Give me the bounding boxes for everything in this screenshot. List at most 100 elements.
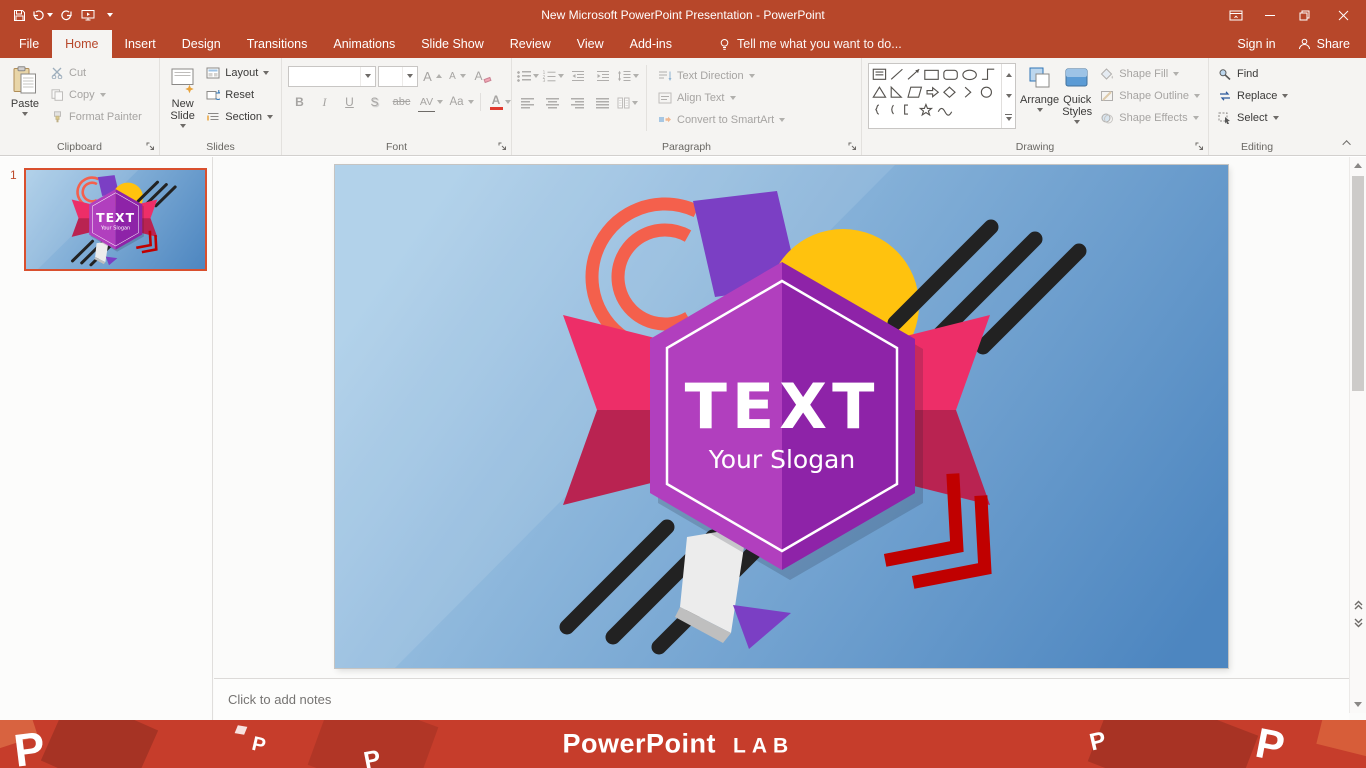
next-slide-button[interactable]: [1350, 614, 1366, 631]
tab-add-ins[interactable]: Add-ins: [617, 30, 685, 58]
shapes-scroll-down-button[interactable]: [1002, 85, 1015, 106]
new-slide-button[interactable]: New Slide: [164, 61, 201, 139]
tab-design[interactable]: Design: [169, 30, 234, 58]
align-left-button[interactable]: [516, 92, 539, 114]
copy-button[interactable]: Copy: [46, 84, 147, 106]
arrange-button[interactable]: Arrange: [1020, 61, 1059, 139]
shapes-gallery-scrollbar: [1001, 64, 1015, 128]
text-direction-button[interactable]: Text Direction: [653, 65, 790, 87]
previous-slide-button[interactable]: [1350, 596, 1366, 613]
minimize-button[interactable]: [1253, 0, 1287, 30]
arrange-icon: [1029, 67, 1050, 88]
tab-insert[interactable]: Insert: [112, 30, 169, 58]
scrollbar-thumb[interactable]: [1352, 176, 1364, 391]
clear-formatting-label: A: [474, 69, 483, 83]
line-spacing-button[interactable]: [616, 65, 639, 87]
shape-outline-button[interactable]: Shape Outline: [1095, 85, 1205, 107]
justify-button[interactable]: [591, 92, 614, 114]
shape-effects-button[interactable]: Shape Effects: [1095, 107, 1205, 129]
tab-animations[interactable]: Animations: [320, 30, 408, 58]
shape-fill-button[interactable]: Shape Fill: [1095, 63, 1205, 85]
paragraph-dialog-launcher[interactable]: [847, 141, 858, 152]
redo-button[interactable]: [55, 0, 77, 30]
convert-to-smartart-button[interactable]: Convert to SmartArt: [653, 109, 790, 131]
decrease-font-size-button[interactable]: A: [445, 65, 468, 87]
underline-button[interactable]: U: [338, 91, 361, 113]
font-name-caret-icon[interactable]: [360, 66, 375, 86]
collapse-ribbon-button[interactable]: [1340, 137, 1356, 149]
tab-review[interactable]: Review: [497, 30, 564, 58]
shadow-label: S: [370, 95, 379, 109]
tab-file[interactable]: File: [6, 30, 52, 58]
font-dialog-launcher[interactable]: [497, 141, 508, 152]
save-button[interactable]: [8, 0, 30, 30]
restore-button[interactable]: [1287, 0, 1321, 30]
font-size-combo[interactable]: [378, 65, 418, 87]
notes-placeholder: Click to add notes: [228, 692, 332, 707]
clipboard-dialog-launcher[interactable]: [145, 141, 156, 152]
start-from-beginning-button[interactable]: [77, 0, 99, 30]
shapes-more-button[interactable]: [1002, 107, 1015, 128]
sign-in-link[interactable]: Sign in: [1237, 37, 1275, 51]
save-icon: [13, 9, 25, 21]
cut-button[interactable]: Cut: [46, 62, 147, 84]
select-button[interactable]: Select: [1213, 107, 1293, 129]
paste-button[interactable]: Paste: [4, 61, 46, 139]
increase-indent-button[interactable]: [591, 65, 614, 87]
customize-quick-access-button[interactable]: [99, 0, 121, 30]
bold-button[interactable]: B: [288, 91, 311, 113]
slide-thumbnail[interactable]: [24, 168, 207, 271]
decrease-indent-button[interactable]: [566, 65, 589, 87]
increase-font-size-button[interactable]: A: [420, 65, 443, 87]
section-button[interactable]: Section: [201, 106, 278, 128]
quick-styles-button[interactable]: Quick Styles: [1059, 61, 1095, 139]
find-button[interactable]: Find: [1213, 63, 1293, 85]
clear-formatting-button[interactable]: A: [470, 65, 493, 87]
layout-button[interactable]: Layout: [201, 62, 278, 84]
italic-button[interactable]: I: [313, 91, 336, 113]
change-case-caret-icon: [467, 100, 474, 104]
align-center-button[interactable]: [541, 92, 564, 114]
font-size-caret-icon[interactable]: [402, 66, 417, 86]
columns-button[interactable]: [616, 92, 639, 114]
font-name-combo[interactable]: [288, 65, 376, 87]
find-icon: [1219, 69, 1231, 80]
undo-button[interactable]: [30, 0, 55, 30]
tab-slide-show[interactable]: Slide Show: [408, 30, 497, 58]
close-button[interactable]: [1321, 0, 1366, 30]
align-left-icon: [521, 97, 534, 109]
ribbon-display-options-button[interactable]: [1219, 0, 1253, 30]
tab-home[interactable]: Home: [52, 30, 112, 58]
tell-me-box[interactable]: Tell me what you want to do...: [719, 30, 902, 58]
font-color-button[interactable]: A: [486, 91, 514, 113]
shapes-gallery-items[interactable]: [869, 64, 1001, 128]
format-painter-button[interactable]: Format Painter: [46, 106, 147, 128]
reset-button[interactable]: Reset: [201, 84, 278, 106]
align-right-button[interactable]: [566, 92, 589, 114]
share-button[interactable]: Share: [1298, 37, 1350, 51]
svg-text:3: 3: [542, 78, 545, 82]
window-title: New Microsoft PowerPoint Presentation - …: [541, 8, 825, 22]
scroll-down-button[interactable]: [1350, 696, 1366, 713]
slide-canvas[interactable]: [335, 165, 1228, 668]
bullets-button[interactable]: [516, 65, 539, 87]
change-case-button[interactable]: Aa: [446, 91, 475, 113]
align-text-label: Align Text: [677, 92, 725, 104]
tab-transitions[interactable]: Transitions: [234, 30, 321, 58]
tab-view[interactable]: View: [564, 30, 617, 58]
scroll-up-button[interactable]: [1350, 157, 1366, 174]
shapes-gallery[interactable]: [868, 63, 1016, 129]
notes-pane[interactable]: Click to add notes: [214, 678, 1349, 720]
undo-caret-icon: [47, 13, 53, 17]
replace-icon: [1220, 91, 1230, 101]
replace-button[interactable]: Replace: [1213, 85, 1293, 107]
strikethrough-button[interactable]: abc: [388, 91, 415, 113]
banner-shape: [1087, 720, 1259, 768]
drawing-dialog-launcher[interactable]: [1194, 141, 1205, 152]
numbering-button[interactable]: 123: [541, 65, 564, 87]
text-shadow-button[interactable]: S: [363, 91, 386, 113]
more-bar-icon: [1005, 113, 1012, 116]
character-spacing-button[interactable]: AV: [417, 91, 444, 113]
shapes-scroll-up-button[interactable]: [1002, 64, 1015, 85]
align-text-button[interactable]: Align Text: [653, 87, 790, 109]
